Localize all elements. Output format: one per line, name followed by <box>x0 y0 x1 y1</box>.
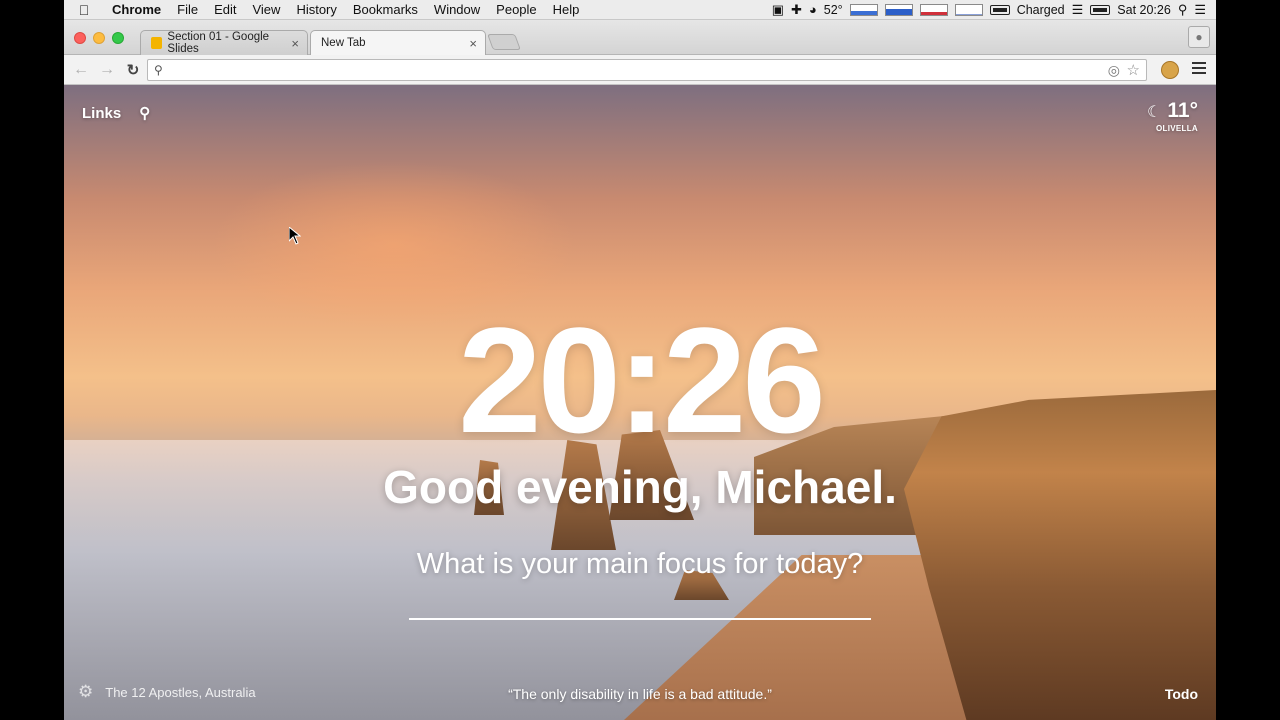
bookmark-star-icon[interactable]: ☆ <box>1127 61 1140 79</box>
daily-quote: “The only disability in life is a bad at… <box>508 686 772 702</box>
maximize-window-button[interactable] <box>112 32 124 44</box>
menu-app-name[interactable]: Chrome <box>104 0 169 20</box>
temperature-readout[interactable]: 52° <box>824 3 843 17</box>
disk-graph-icon[interactable] <box>954 3 983 16</box>
menu-view[interactable]: View <box>244 0 288 20</box>
battery-icon[interactable] <box>989 4 1010 15</box>
menu-file[interactable]: File <box>169 0 206 20</box>
wifi-icon[interactable]: ☰ <box>1072 2 1084 18</box>
browser-window: Section 01 - Google Slides × New Tab × ●… <box>64 20 1216 720</box>
search-icon[interactable]: ⚲ <box>139 104 150 122</box>
forward-button[interactable]: → <box>96 61 118 79</box>
screen:  Chrome File Edit View History Bookmark… <box>0 0 1280 720</box>
newtab-page: Links ⚲ ☾ 11° OLIVELLA 20:26 Good evening… <box>64 85 1216 720</box>
menu-people[interactable]: People <box>488 0 544 20</box>
browser-toolbar: ← → ↻ ⚲ ◎ ☆ <box>64 55 1216 85</box>
gauge-icon[interactable]: ◕ <box>809 2 817 17</box>
cursor-arrow-icon <box>289 227 301 245</box>
battery-charging-icon[interactable] <box>1090 4 1111 15</box>
tab-strip: Section 01 - Google Slides × New Tab × ● <box>64 20 1216 55</box>
network-graph-icon[interactable] <box>849 3 878 16</box>
links-button[interactable]: Links <box>82 105 121 122</box>
focus-input[interactable] <box>409 585 871 620</box>
search-icon: ⚲ <box>154 63 163 77</box>
tab-google-slides[interactable]: Section 01 - Google Slides × <box>140 30 308 55</box>
close-tab-icon[interactable]: × <box>469 36 477 51</box>
tab-new-tab[interactable]: New Tab × <box>310 30 486 55</box>
cpu-graph-icon[interactable] <box>884 3 913 16</box>
tab-label: New Tab <box>321 37 366 49</box>
weather-location: OLIVELLA <box>1156 124 1198 133</box>
google-slides-icon <box>151 37 163 49</box>
spotlight-search-icon[interactable]: ⚲ <box>1178 2 1188 18</box>
menu-window[interactable]: Window <box>426 0 488 20</box>
cookie-extension-icon[interactable] <box>1161 61 1179 79</box>
new-tab-button[interactable] <box>487 34 521 50</box>
profile-icon[interactable]: ● <box>1188 26 1210 48</box>
menu-help[interactable]: Help <box>545 0 588 20</box>
memory-graph-icon[interactable] <box>919 3 948 16</box>
menu-history[interactable]: History <box>288 0 344 20</box>
close-window-button[interactable] <box>74 32 86 44</box>
main-clock: 20:26 <box>458 296 826 464</box>
apple-icon[interactable]:  <box>64 2 104 18</box>
tab-label: Section 01 - Google Slides <box>167 31 270 55</box>
chrome-menu-icon[interactable] <box>1192 62 1206 77</box>
focus-question: What is your main focus for today? <box>416 548 864 580</box>
todo-button[interactable]: Todo <box>1165 686 1198 702</box>
weather-widget[interactable]: ☾ 11° OLIVELLA <box>1147 99 1198 133</box>
minimize-window-button[interactable] <box>93 32 105 44</box>
camera-icon[interactable]: ▣ <box>772 2 784 18</box>
macos-menubar:  Chrome File Edit View History Bookmark… <box>64 0 1216 20</box>
back-button[interactable]: ← <box>70 61 92 79</box>
menubar-clock[interactable]: Sat 20:26 <box>1117 3 1171 17</box>
menu-bookmarks[interactable]: Bookmarks <box>345 0 426 20</box>
menubar-status-area: ▣ ✚ ◕ 52° Charged ☰ Sat 20:26 ⚲ ☰ <box>772 2 1216 18</box>
battery-status[interactable]: Charged <box>1017 3 1065 17</box>
menu-edit[interactable]: Edit <box>206 0 244 20</box>
weather-temperature: 11° <box>1167 99 1198 122</box>
reload-button[interactable]: ↻ <box>122 61 144 79</box>
address-input[interactable] <box>172 62 1072 78</box>
target-icon[interactable]: ◎ <box>1108 62 1120 79</box>
plus-icon[interactable]: ✚ <box>791 2 802 18</box>
greeting: Good evening, Michael. <box>383 461 897 513</box>
moon-icon: ☾ <box>1147 104 1162 121</box>
top-left-widgets: Links ⚲ <box>82 104 150 123</box>
window-controls <box>74 32 124 44</box>
address-bar[interactable]: ⚲ ◎ ☆ <box>147 59 1147 81</box>
notification-center-icon[interactable]: ☰ <box>1194 2 1206 18</box>
close-tab-icon[interactable]: × <box>291 36 299 51</box>
